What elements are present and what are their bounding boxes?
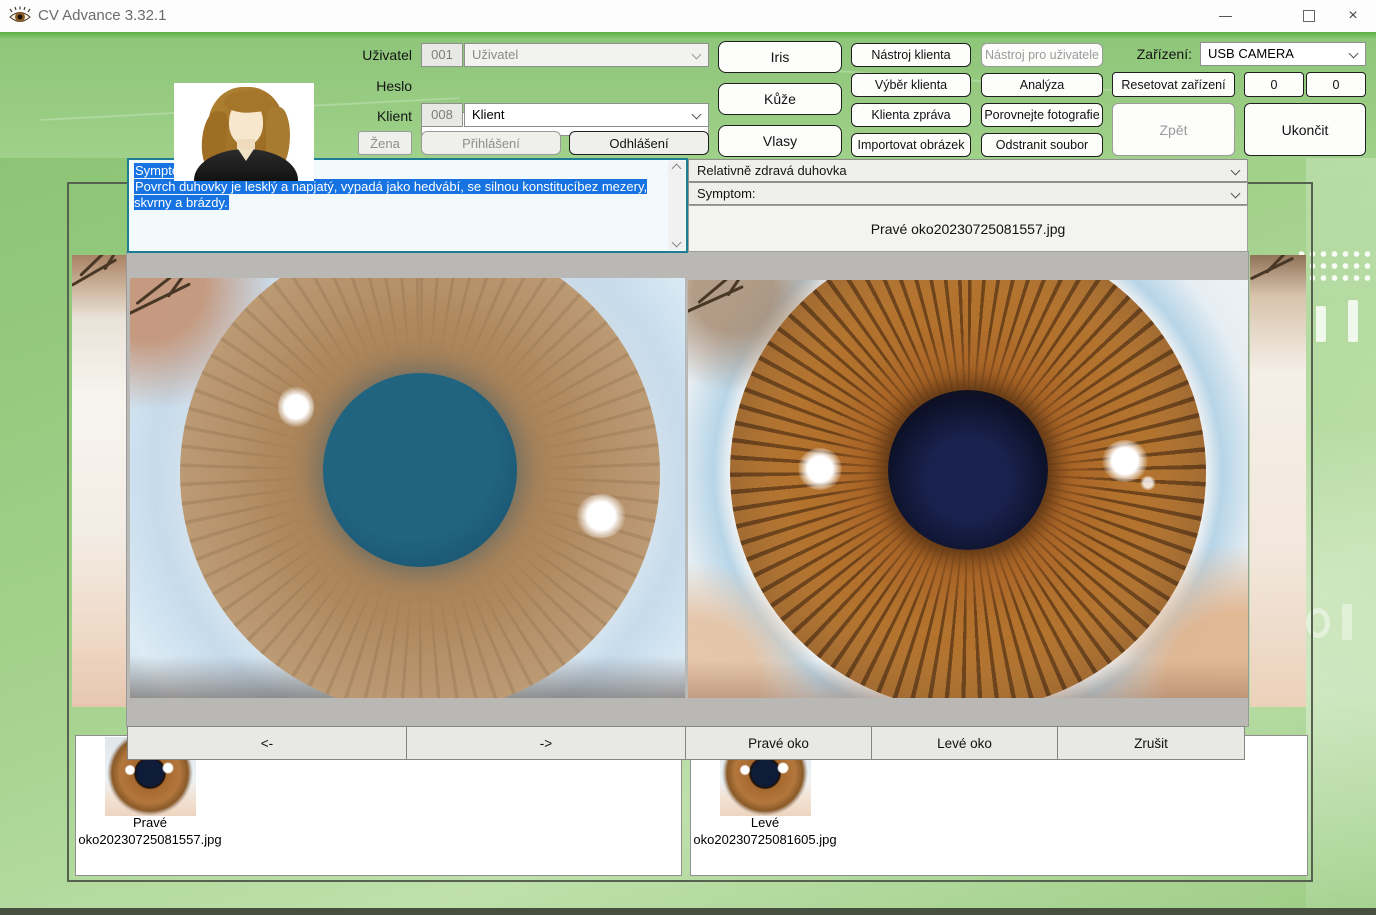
iris-button[interactable]: Iris [718,41,842,73]
analysis-button[interactable]: Analýza [981,73,1103,97]
app-window: CV Advance 3.32.1 × Uživatel 001 Uživate… [0,0,1376,915]
titlebar-accent-strip [0,32,1376,38]
login-button[interactable]: Přihlášení [421,131,561,155]
maximize-button[interactable] [1286,0,1332,32]
symptom-body-selected: Povrch duhovky je lesklý a napjatý, vypa… [134,179,647,210]
navigation-row: <- -> Pravé oko Levé oko Zrušit [127,726,1248,760]
background-right-eye-image [1250,255,1306,707]
client-label: Klient [330,108,412,124]
titlebar: CV Advance 3.32.1 × [0,0,1376,32]
import-image-button[interactable]: Importovat obrázek [851,133,971,157]
hair-button[interactable]: Vlasy [718,125,842,157]
right-eye-button[interactable]: Pravé oko [685,726,872,760]
light-reflection [1140,476,1156,490]
minimize-icon [1219,16,1232,17]
current-file-label: Pravé oko20230725081557.jpg [688,205,1248,252]
chevron-down-icon [1231,189,1241,199]
scroll-up-icon[interactable] [672,164,682,174]
left-eye-thumbnail-caption-line2: oko20230725081605.jpg [685,832,845,847]
bottom-strip [0,908,1376,915]
window-title: CV Advance 3.32.1 [38,0,166,32]
delete-file-button[interactable]: Odstranit soubor [981,133,1103,157]
client-select-value: Klient [472,107,505,122]
user-select-value: Uživatel [472,47,518,62]
minimize-button[interactable] [1202,0,1248,32]
light-reflection [576,494,626,538]
symptom-scrollbar[interactable] [668,161,685,250]
client-select-button[interactable]: Výběr klienta [851,73,971,97]
light-reflection [1102,440,1148,482]
symptom-select-value: Symptom: [697,186,756,201]
compare-photos-button[interactable]: Porovnejte fotografie [981,103,1103,127]
user-tool-button[interactable]: Nástroj pro uživatele [981,43,1103,67]
background-digit-bar [1348,300,1358,342]
chevron-down-icon [692,110,702,120]
user-select[interactable]: Uživatel [464,43,709,67]
light-reflection [278,386,314,428]
client-report-button[interactable]: Klienta zpráva [851,103,971,127]
exit-button[interactable]: Ukončit [1244,103,1366,156]
next-image-button[interactable]: -> [406,726,686,760]
symptom-select[interactable]: Symptom: [688,182,1248,205]
pupil [323,373,517,567]
gender-button[interactable]: Žena [358,131,412,155]
device-select-value: USB CAMERA [1208,46,1294,61]
eyelash [103,255,125,271]
scroll-down-icon[interactable] [672,238,682,248]
reset-device-button[interactable]: Resetovat zařízení [1112,72,1235,97]
chevron-down-icon [692,50,702,60]
pupil [888,390,1048,550]
light-reflection [798,448,842,490]
left-eye-photo-viewer [688,280,1248,698]
client-tool-button[interactable]: Nástroj klienta [851,43,971,67]
close-icon: × [1348,7,1357,25]
right-eye-photo-viewer [130,278,685,698]
close-button[interactable]: × [1330,0,1376,32]
maximize-icon [1303,10,1315,22]
device-label: Zařízení: [1118,46,1192,62]
user-avatar [174,83,314,181]
chevron-down-icon [1349,49,1359,59]
logout-button[interactable]: Odhlášení [569,131,709,155]
counter-right-button[interactable]: 0 [1306,72,1366,97]
right-eye-thumbnail-caption-line1: Pravé [70,815,230,830]
password-label: Heslo [330,78,412,94]
left-eye-button[interactable]: Levé oko [871,726,1058,760]
left-eye-thumbnail-caption-line1: Levé [685,815,845,830]
background-pattern-band [1306,38,1376,908]
counter-left-button[interactable]: 0 [1244,72,1304,97]
cancel-button[interactable]: Zrušit [1057,726,1245,760]
diagnosis-select[interactable]: Relativně zdravá duhovka [688,159,1248,182]
background-left-eye-image [72,255,128,707]
chevron-down-icon [1231,166,1241,176]
diagnosis-select-value: Relativně zdravá duhovka [697,163,847,178]
user-label: Uživatel [330,47,412,63]
client-id-field[interactable]: 008 [421,103,463,127]
header-toolbar: Uživatel 001 Uživatel Heslo •••••• Klien… [0,38,1376,158]
prev-image-button[interactable]: <- [127,726,407,760]
skin-button[interactable]: Kůže [718,83,842,115]
user-id-field[interactable]: 001 [421,43,463,67]
app-eye-icon [8,6,32,26]
background-digit-bar [1342,604,1352,640]
avatar-vneck [238,149,254,161]
background-digit-bar [1316,306,1326,342]
right-eye-thumbnail-caption-line2: oko20230725081557.jpg [70,832,230,847]
back-button[interactable]: Zpět [1112,103,1235,156]
device-select[interactable]: USB CAMERA [1200,42,1366,66]
client-select[interactable]: Klient [464,103,709,127]
